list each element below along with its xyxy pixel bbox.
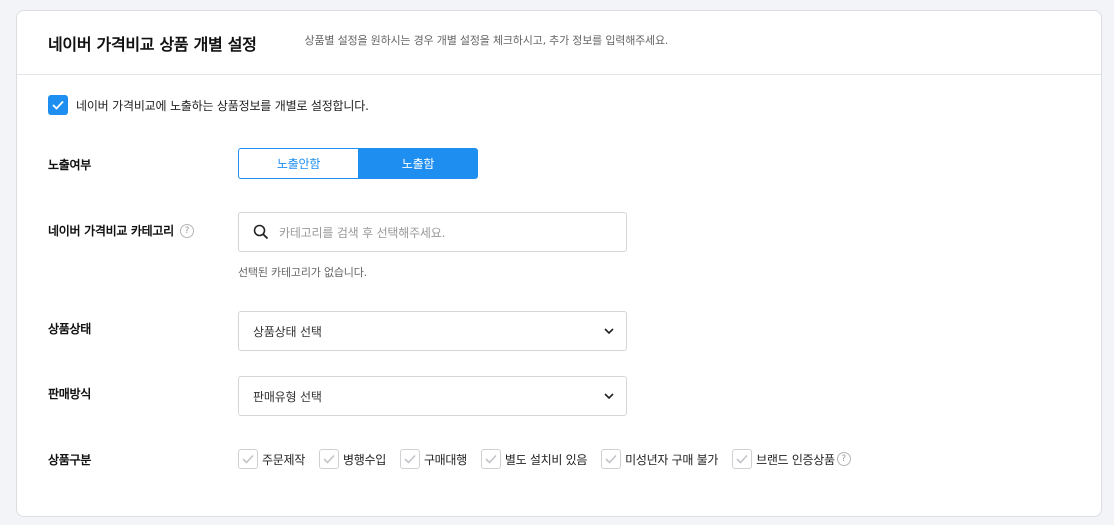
category-label-row: 네이버 가격비교 카테고리 ? <box>48 222 194 239</box>
product-type-label: 상품구분 <box>48 453 91 467</box>
product-type-option[interactable]: 주문제작 <box>238 449 305 469</box>
product-status-label: 상품상태 <box>48 322 91 336</box>
option-label: 병행수입 <box>342 452 386 467</box>
search-placeholder: 카테고리를 검색 후 선택해주세요. <box>279 225 446 240</box>
option-label: 주문제작 <box>262 452 305 467</box>
exposure-off-button[interactable]: 노출안함 <box>238 148 358 179</box>
checkbox-unchecked-icon[interactable] <box>318 449 339 469</box>
exposure-on-button[interactable]: 노출함 <box>358 148 478 179</box>
option-label: 구매대행 <box>423 452 467 467</box>
checkbox-unchecked-icon[interactable] <box>480 449 501 469</box>
product-type-option[interactable]: 브랜드 인증상품 ? <box>732 449 851 469</box>
chevron-down-icon <box>604 393 614 399</box>
settings-card: 네이버 가격비교 상품 개별 설정 상품별 설정을 원하시는 경우 개별 설정을… <box>16 10 1102 517</box>
product-type-option[interactable]: 별도 설치비 있음 <box>480 449 588 469</box>
page-title: 네이버 가격비교 상품 개별 설정 <box>48 34 257 54</box>
question-circle-icon[interactable]: ? <box>179 223 194 238</box>
category-search-input[interactable]: 카테고리를 검색 후 선택해주세요. <box>238 212 627 252</box>
individual-setting-label: 네이버 가격비교에 노출하는 상품정보를 개별로 설정합니다. <box>76 98 369 113</box>
checkbox-unchecked-icon[interactable] <box>601 449 622 469</box>
option-label: 별도 설치비 있음 <box>504 452 588 467</box>
checkbox-unchecked-icon[interactable] <box>732 449 753 469</box>
checkbox-unchecked-icon[interactable] <box>238 449 258 469</box>
option-label: 미성년자 구매 불가 <box>625 452 719 467</box>
individual-setting-checkbox[interactable]: 네이버 가격비교에 노출하는 상품정보를 개별로 설정합니다. <box>48 95 369 115</box>
search-icon <box>253 224 269 240</box>
card-header: 네이버 가격비교 상품 개별 설정 상품별 설정을 원하시는 경우 개별 설정을… <box>17 11 1101 75</box>
sales-method-label: 판매방식 <box>48 387 91 401</box>
category-empty-note: 선택된 카테고리가 없습니다. <box>238 266 367 279</box>
option-label: 브랜드 인증상품 <box>756 452 835 467</box>
exposure-toggle: 노출안함 노출함 <box>238 148 478 179</box>
checkbox-checked-icon[interactable] <box>48 95 68 115</box>
product-status-select[interactable]: 상품상태 선택 <box>238 311 627 351</box>
sales-method-select[interactable]: 판매유형 선택 <box>238 376 627 416</box>
exposure-label: 노출여부 <box>48 158 91 172</box>
question-circle-icon[interactable]: ? <box>836 452 851 466</box>
product-type-option[interactable]: 병행수입 <box>318 449 386 469</box>
product-type-option[interactable]: 구매대행 <box>399 449 467 469</box>
checkbox-unchecked-icon[interactable] <box>399 449 420 469</box>
product-status-value: 상품상태 선택 <box>253 324 322 339</box>
product-type-option[interactable]: 미성년자 구매 불가 <box>601 449 718 469</box>
sales-method-value: 판매유형 선택 <box>253 389 322 404</box>
page-description: 상품별 설정을 원하시는 경우 개별 설정을 체크하시고, 추가 정보를 입력해… <box>304 33 669 47</box>
chevron-down-icon <box>604 328 614 334</box>
product-type-options: 주문제작 병행수입 구매대행 별도 설치비 있음 미성년자 구매 불가 브랜드 … <box>238 449 865 469</box>
category-label: 네이버 가격비교 카테고리 <box>48 224 174 238</box>
